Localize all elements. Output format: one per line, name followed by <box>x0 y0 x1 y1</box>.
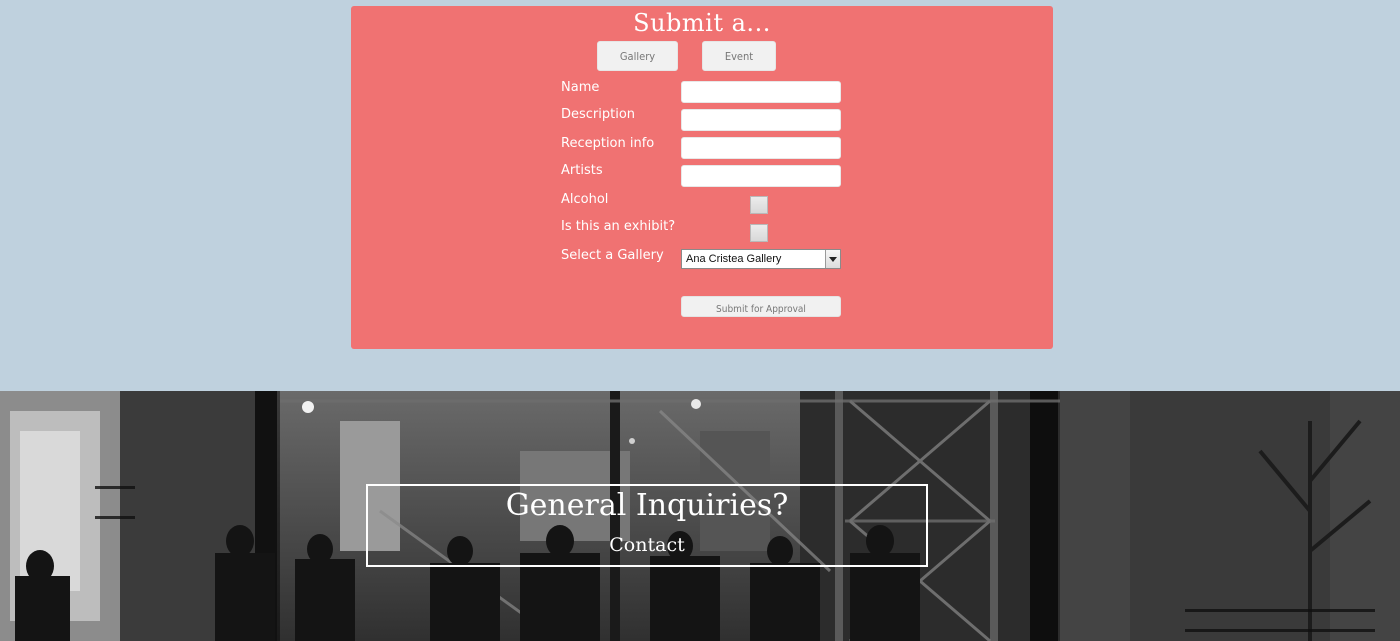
name-label: Name <box>561 80 600 95</box>
event-type-button[interactable]: Event <box>702 41 776 71</box>
description-field[interactable] <box>681 109 841 131</box>
gallery-select[interactable]: Ana Cristea Gallery <box>681 249 841 269</box>
submit-form-panel: Submit a... Gallery Event Name Descripti… <box>351 6 1053 349</box>
reception-info-label: Reception info <box>561 136 655 151</box>
gallery-type-button[interactable]: Gallery <box>597 41 678 71</box>
general-inquiries-box[interactable]: General Inquiries? Contact <box>366 484 928 567</box>
gallery-select-label: Select a Gallery <box>561 248 664 263</box>
chevron-down-icon[interactable] <box>825 250 840 268</box>
reception-info-field[interactable] <box>681 137 841 159</box>
submit-for-approval-button[interactable]: Submit for Approval <box>681 296 841 317</box>
exhibit-checkbox[interactable] <box>750 224 768 242</box>
general-inquiries-heading: General Inquiries? <box>505 488 789 523</box>
exhibit-label: Is this an exhibit? <box>561 219 676 234</box>
artists-field[interactable] <box>681 165 841 187</box>
contact-link[interactable]: Contact <box>368 534 926 556</box>
page: Submit a... Gallery Event Name Descripti… <box>0 0 1400 641</box>
artists-label: Artists <box>561 163 603 178</box>
alcohol-checkbox[interactable] <box>750 196 768 214</box>
gallery-select-value: Ana Cristea Gallery <box>686 253 782 265</box>
name-field[interactable] <box>681 81 841 103</box>
description-label: Description <box>561 107 636 122</box>
form-title: Submit a... <box>633 9 771 37</box>
alcohol-label: Alcohol <box>561 192 609 207</box>
contact-banner: General Inquiries? Contact <box>0 391 1400 641</box>
